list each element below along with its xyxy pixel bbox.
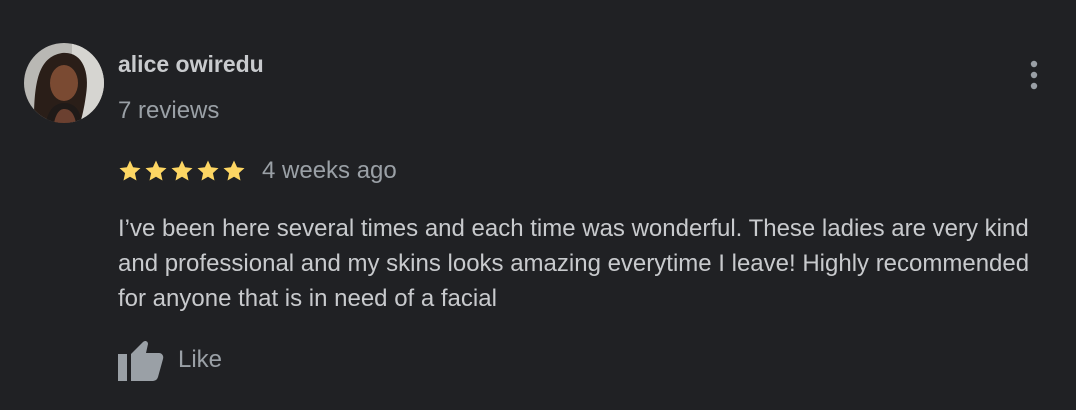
more-options-button[interactable] <box>1018 58 1050 94</box>
thumb-up-icon <box>118 340 164 381</box>
star-rating <box>118 159 248 183</box>
avatar[interactable] <box>24 43 104 123</box>
star-icon <box>197 160 219 181</box>
star-icon <box>145 160 167 181</box>
rating-row: 4 weeks ago <box>118 155 397 187</box>
review-time: 4 weeks ago <box>262 157 397 184</box>
like-button[interactable]: Like <box>118 338 222 382</box>
review-text: I’ve been here several times and each ti… <box>118 215 1030 312</box>
star-icon <box>223 160 245 181</box>
star-icon <box>171 160 193 181</box>
star-icon <box>119 160 141 181</box>
review-card: alice owiredu 7 reviews 4 weeks ago I’ve… <box>0 0 1076 410</box>
like-label: Like <box>178 346 223 373</box>
more-vert-icon <box>1030 60 1038 90</box>
review-count[interactable]: 7 reviews <box>118 96 219 126</box>
author-name[interactable]: alice owiredu <box>118 50 264 78</box>
